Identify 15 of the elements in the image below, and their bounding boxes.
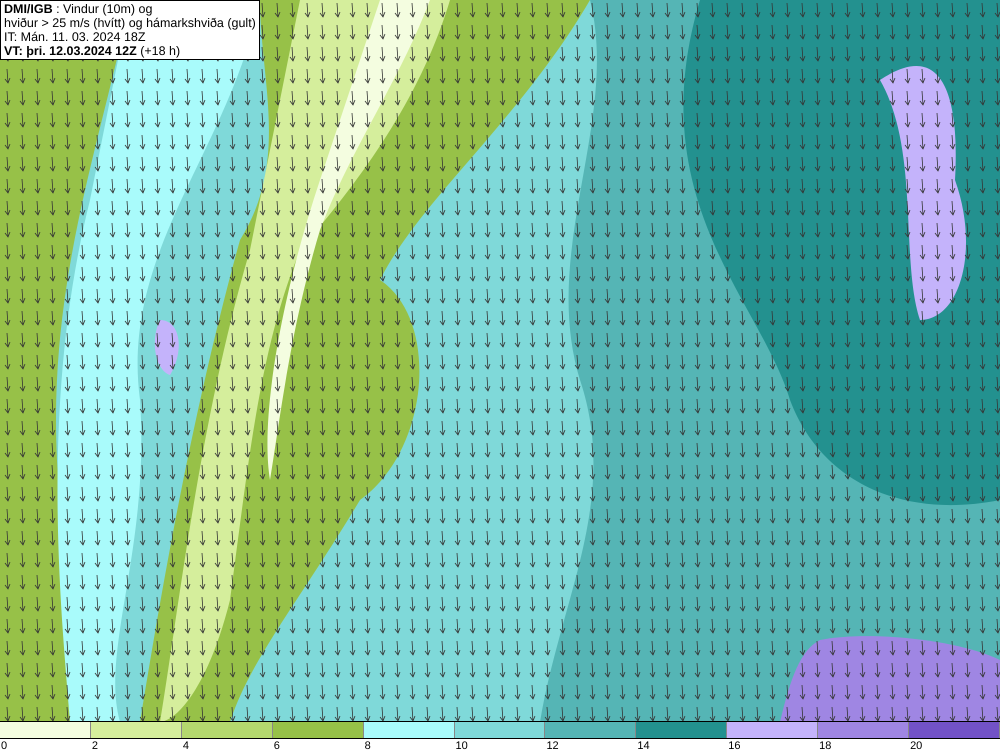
- caption-line: IT: Mán. 11. 03. 2024 18Z: [4, 30, 147, 44]
- scale-label: 4: [182, 740, 189, 752]
- caption-line: DMI/IGB : Vindur (10m) og: [4, 2, 154, 16]
- scale-label: 8: [364, 740, 371, 752]
- scale-label: 12: [546, 740, 559, 752]
- scale-label: 16: [728, 740, 740, 752]
- scale-label: 10: [456, 740, 468, 752]
- caption-line: VT: þri. 12.03.2024 12Z (+18 h): [4, 44, 182, 58]
- scale-label: 2: [92, 740, 98, 752]
- scale-label: 6: [274, 740, 280, 752]
- scale-label: 20: [910, 740, 922, 752]
- caption-line: hviður > 25 m/s (hvítt) og hámarkshviða (gult): [4, 16, 256, 30]
- scale-label: 18: [819, 740, 832, 752]
- scale-label: 14: [637, 740, 650, 752]
- scale-label: 0: [1, 740, 8, 752]
